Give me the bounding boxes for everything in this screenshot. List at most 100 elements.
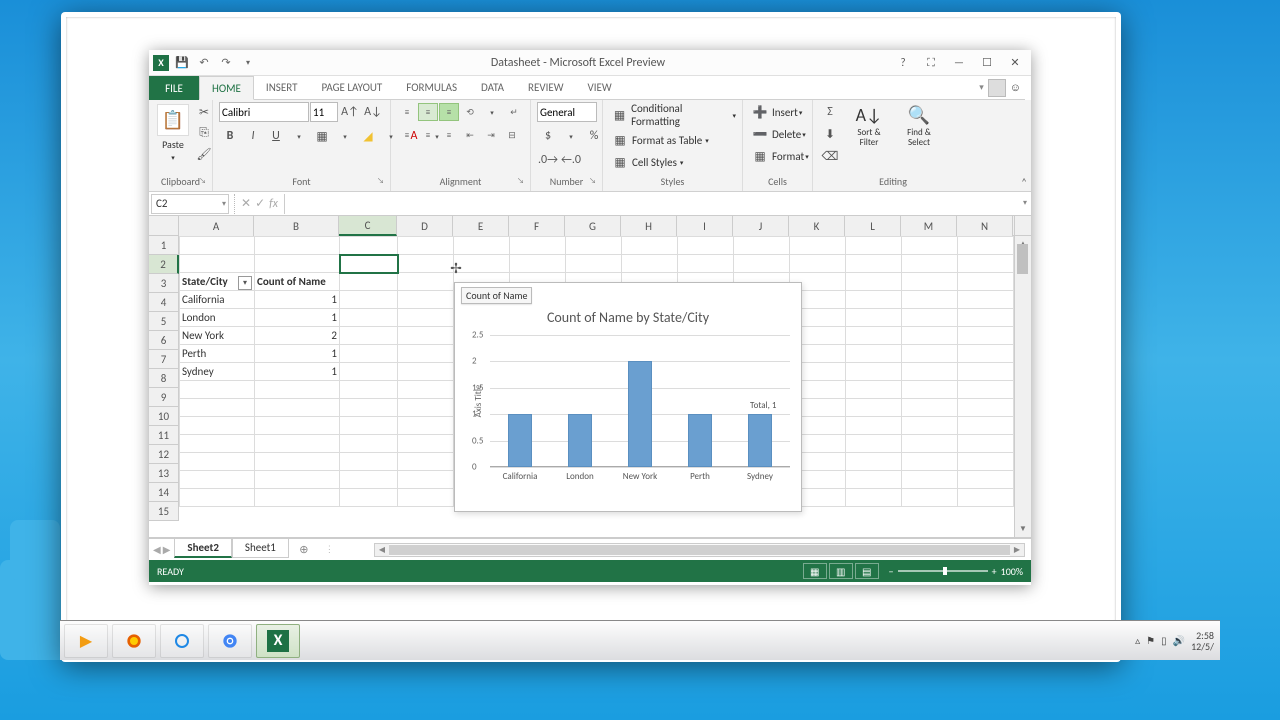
tab-file[interactable]: FILE [149, 76, 199, 100]
chart-field-button[interactable]: Count of Name [461, 287, 532, 304]
clear-icon[interactable]: ⌫ [819, 146, 841, 166]
column-header-N[interactable]: N [957, 216, 1013, 236]
paste-button[interactable]: 📋 Paste ▾ [155, 102, 191, 164]
cell-B12[interactable] [255, 435, 340, 453]
cell-D3[interactable] [398, 273, 454, 291]
cell-D8[interactable] [398, 363, 454, 381]
column-header-J[interactable]: J [733, 216, 789, 236]
cell-D12[interactable] [398, 435, 454, 453]
cell-M12[interactable] [902, 435, 958, 453]
cell-N7[interactable] [958, 345, 1014, 363]
cancel-formula-icon[interactable]: ✕ [241, 196, 251, 211]
cell-M11[interactable] [902, 417, 958, 435]
align-center-icon[interactable]: ≡ [418, 126, 438, 144]
user-account-icon[interactable] [988, 79, 1006, 97]
qa-undo-button[interactable]: ↶ [195, 54, 213, 72]
cell-A14[interactable] [180, 471, 255, 489]
font-size-combo[interactable] [310, 102, 338, 122]
cell-A15[interactable] [180, 489, 255, 507]
cell-M13[interactable] [902, 453, 958, 471]
name-box[interactable]: C2▾ [151, 194, 229, 214]
cell-A1[interactable] [180, 237, 255, 255]
cell-M2[interactable] [902, 255, 958, 273]
cell-N12[interactable] [958, 435, 1014, 453]
cell-D9[interactable] [398, 381, 454, 399]
cell-E2[interactable] [454, 255, 510, 273]
sort-filter-button[interactable]: A↓ Sort & Filter [847, 102, 891, 150]
cell-N4[interactable] [958, 291, 1014, 309]
column-header-H[interactable]: H [621, 216, 677, 236]
increase-decimal-icon[interactable]: .0→ [537, 150, 559, 170]
underline-button[interactable]: U [265, 126, 287, 146]
cell-F1[interactable] [510, 237, 566, 255]
row-header-3[interactable]: 3 [149, 274, 179, 293]
column-header-K[interactable]: K [789, 216, 845, 236]
font-launcher[interactable]: ↘ [377, 176, 384, 186]
cell-D6[interactable] [398, 327, 454, 345]
row-header-15[interactable]: 15 [149, 502, 179, 521]
cell-N13[interactable] [958, 453, 1014, 471]
cell-L2[interactable] [846, 255, 902, 273]
alignment-launcher[interactable]: ↘ [517, 176, 524, 186]
cell-C3[interactable] [340, 273, 398, 291]
horizontal-scrollbar[interactable]: ◀ ▶ [374, 543, 1025, 557]
cell-J2[interactable] [734, 255, 790, 273]
percent-format-icon[interactable]: % [583, 126, 605, 146]
tray-show-hidden-icon[interactable]: ▵ [1135, 634, 1140, 647]
cell-L13[interactable] [846, 453, 902, 471]
cell-B2[interactable] [255, 255, 340, 273]
column-header-L[interactable]: L [845, 216, 901, 236]
decrease-decimal-icon[interactable]: ←.0 [560, 150, 582, 170]
cell-styles-button[interactable]: ▦Cell Styles▾ [609, 152, 683, 172]
cell-N2[interactable] [958, 255, 1014, 273]
cell-N9[interactable] [958, 381, 1014, 399]
sheet-nav-prev[interactable]: ◀ [153, 543, 161, 556]
cell-C7[interactable] [340, 345, 398, 363]
cell-L7[interactable] [846, 345, 902, 363]
insert-cells-button[interactable]: ➕Insert▾ [749, 102, 802, 122]
cell-A12[interactable] [180, 435, 255, 453]
decrease-font-icon[interactable]: A↓ [362, 102, 384, 122]
cell-J1[interactable] [734, 237, 790, 255]
cell-C1[interactable] [340, 237, 398, 255]
cell-H2[interactable] [622, 255, 678, 273]
cell-C10[interactable] [340, 399, 398, 417]
row-header-2[interactable]: 2 [149, 255, 179, 274]
fx-icon[interactable]: fx [269, 197, 278, 211]
cell-L1[interactable] [846, 237, 902, 255]
taskbar-firefox[interactable] [112, 624, 156, 658]
cell-A7[interactable]: Perth [180, 345, 255, 363]
tray-volume-icon[interactable]: 🔊 [1173, 634, 1185, 647]
cell-M4[interactable] [902, 291, 958, 309]
cell-L12[interactable] [846, 435, 902, 453]
select-all-corner[interactable] [149, 216, 179, 236]
taskbar-excel[interactable]: X [256, 624, 300, 658]
cell-N6[interactable] [958, 327, 1014, 345]
cell-N3[interactable] [958, 273, 1014, 291]
cell-B10[interactable] [255, 399, 340, 417]
cell-N11[interactable] [958, 417, 1014, 435]
row-header-6[interactable]: 6 [149, 331, 179, 350]
number-launcher[interactable]: ↘ [589, 176, 596, 186]
cell-L14[interactable] [846, 471, 902, 489]
cell-B6[interactable]: 2 [255, 327, 340, 345]
italic-button[interactable]: I [242, 126, 264, 146]
cell-C8[interactable] [340, 363, 398, 381]
cell-L11[interactable] [846, 417, 902, 435]
tab-review[interactable]: REVIEW [516, 76, 576, 100]
pivot-field-dropdown[interactable]: ▾ [238, 276, 252, 290]
add-sheet-button[interactable]: ⊕ [293, 543, 315, 556]
align-middle-icon[interactable]: ≡ [418, 103, 438, 121]
cell-N15[interactable] [958, 489, 1014, 507]
border-button[interactable]: ▦ [311, 126, 333, 146]
cell-D1[interactable] [398, 237, 454, 255]
cell-C12[interactable] [340, 435, 398, 453]
cell-M10[interactable] [902, 399, 958, 417]
cell-K1[interactable] [790, 237, 846, 255]
column-header-M[interactable]: M [901, 216, 957, 236]
cell-E1[interactable] [454, 237, 510, 255]
cell-C6[interactable] [340, 327, 398, 345]
cell-A10[interactable] [180, 399, 255, 417]
row-header-12[interactable]: 12 [149, 445, 179, 464]
view-page-break-icon[interactable]: ▤ [855, 563, 879, 579]
